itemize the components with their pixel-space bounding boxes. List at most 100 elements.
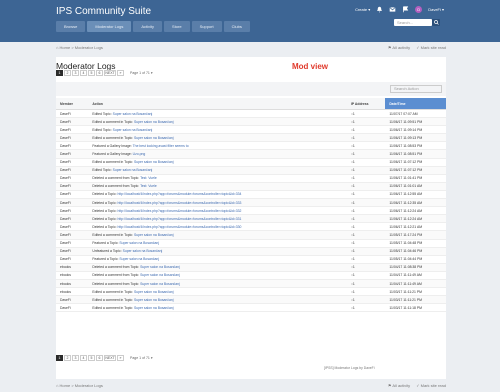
member-cell[interactable]: DaveFi bbox=[56, 214, 89, 224]
column-action[interactable]: Action bbox=[88, 98, 347, 110]
page-6-button[interactable]: 6 bbox=[96, 70, 103, 76]
all-activity-link[interactable]: ⚑ All activity bbox=[388, 383, 410, 388]
page-5-button[interactable]: 5 bbox=[88, 70, 95, 76]
action-link[interactable]: Super salon na Bosančanj bbox=[119, 257, 159, 261]
page-4-button[interactable]: 4 bbox=[80, 70, 87, 76]
breadcrumb-home[interactable]: ⌂ Home bbox=[56, 383, 70, 388]
last-page-button[interactable]: » bbox=[117, 355, 124, 361]
site-brand[interactable]: IPS Community Suite bbox=[56, 6, 151, 17]
member-cell[interactable]: DaveFi bbox=[56, 198, 89, 208]
action-link[interactable]: Uzo.png bbox=[133, 152, 146, 156]
action-link[interactable]: Test: Vuele bbox=[140, 176, 157, 180]
mark-site-read-link[interactable]: ✓ Mark site read bbox=[416, 383, 446, 388]
page-1-button[interactable]: 1 bbox=[56, 70, 63, 76]
page-6-button[interactable]: 6 bbox=[96, 355, 103, 361]
member-cell[interactable]: DaveFi bbox=[56, 133, 89, 143]
action-link[interactable]: Super salon na Bosančanj bbox=[113, 128, 153, 132]
column-date-time[interactable]: Date/Time bbox=[385, 98, 446, 110]
action-link[interactable]: Super salon na Bosančanj bbox=[134, 233, 174, 237]
member-cell[interactable]: DaveFi bbox=[56, 125, 89, 135]
user-menu[interactable]: DaveFi ▾ bbox=[428, 7, 444, 12]
member-cell[interactable]: DaveFi bbox=[56, 303, 89, 313]
page-jump[interactable]: Page 1 of 71 ▾ bbox=[130, 71, 153, 75]
member-cell[interactable]: ebooks bbox=[56, 271, 89, 280]
breadcrumb-current[interactable]: Moderator Logs bbox=[75, 45, 103, 50]
breadcrumb-home[interactable]: ⌂ Home bbox=[56, 45, 70, 50]
page-4-button[interactable]: 4 bbox=[80, 355, 87, 361]
date-cell: 11/06/17 11:12:24 AM bbox=[385, 214, 446, 224]
action-link[interactable]: Super salon na Bosančanj bbox=[134, 290, 174, 294]
member-cell[interactable]: DaveFi bbox=[56, 222, 89, 232]
page-3-button[interactable]: 3 bbox=[72, 355, 79, 361]
action-link[interactable]: Super salon na Bosančanj bbox=[140, 282, 180, 286]
member-cell[interactable]: DaveFi bbox=[56, 166, 89, 175]
member-cell[interactable]: DaveFi bbox=[56, 255, 89, 264]
action-link[interactable]: http://localhost/4/index.php?app=forums&… bbox=[118, 209, 242, 213]
mark-site-read-link[interactable]: ✓ Mark site read bbox=[416, 45, 446, 50]
nav-tab-store[interactable]: Store bbox=[164, 21, 190, 32]
action-link[interactable]: http://localhost/4/index.php?app=forums&… bbox=[118, 201, 242, 205]
action-link[interactable]: http://localhost/4/index.php?app=forums&… bbox=[118, 192, 242, 196]
action-text: Edited a comment in Topic: bbox=[92, 232, 133, 237]
member-cell[interactable]: ebooks bbox=[56, 263, 89, 272]
action-text: Featured a Topic: bbox=[92, 257, 119, 262]
member-cell[interactable]: DaveFi bbox=[56, 247, 89, 256]
nav-tab-support[interactable]: Support bbox=[191, 21, 222, 32]
action-link[interactable]: http://localhost/4/index.php?app=forums&… bbox=[118, 225, 242, 229]
search-action-input[interactable]: Search Action bbox=[390, 85, 442, 93]
action-link[interactable]: Super salon na Bosančanj bbox=[123, 249, 163, 253]
member-cell[interactable]: DaveFi bbox=[56, 230, 89, 240]
member-cell[interactable]: DaveFi bbox=[56, 182, 89, 191]
member-cell[interactable]: DaveFi bbox=[56, 149, 89, 159]
breadcrumb-current[interactable]: Moderator Logs bbox=[75, 383, 103, 388]
avatar[interactable]: D bbox=[415, 6, 423, 13]
page-1-button[interactable]: 1 bbox=[56, 355, 63, 361]
table-row: DaveFi Edited a comment in Topic: Super s… bbox=[56, 230, 446, 240]
nav-tab-activity[interactable]: Activity bbox=[133, 21, 163, 32]
action-link[interactable]: http://localhost/4/index.php?app=forums&… bbox=[118, 217, 242, 221]
next-page-button[interactable]: NEXT bbox=[104, 355, 116, 361]
page-5-button[interactable]: 5 bbox=[88, 355, 95, 361]
last-page-button[interactable]: » bbox=[117, 70, 124, 76]
nav-tab-moderator-logs[interactable]: Moderator Logs bbox=[87, 21, 132, 32]
column-member[interactable]: Member bbox=[56, 98, 89, 110]
member-cell[interactable]: DaveFi bbox=[56, 141, 89, 151]
member-cell[interactable]: ebooks bbox=[56, 279, 89, 289]
action-link[interactable]: The best looking avast filter seems to bbox=[133, 144, 189, 148]
page-2-button[interactable]: 2 bbox=[64, 355, 71, 361]
action-link[interactable]: Super salon na Bosančanj bbox=[113, 112, 153, 116]
all-activity-link[interactable]: ⚑ All activity bbox=[388, 45, 410, 50]
action-link[interactable]: Super salon na Bosančanj bbox=[134, 160, 174, 164]
action-link[interactable]: Super salon na Bosančanj bbox=[140, 265, 180, 269]
member-cell[interactable]: DaveFi bbox=[56, 109, 89, 119]
member-cell[interactable]: DaveFi bbox=[56, 239, 89, 248]
action-link[interactable]: Super salon na Bosančanj bbox=[134, 136, 174, 140]
action-link[interactable]: Super salon na Bosančanj bbox=[134, 120, 174, 124]
nav-tab-clubs[interactable]: Clubs bbox=[223, 21, 250, 32]
search-button[interactable] bbox=[432, 19, 440, 26]
member-cell[interactable]: DaveFi bbox=[56, 174, 89, 183]
action-link[interactable]: Super salon na Bosančanj bbox=[134, 306, 174, 310]
member-cell[interactable]: DaveFi bbox=[56, 117, 89, 127]
member-cell[interactable]: DaveFi bbox=[56, 206, 89, 216]
search-input[interactable]: Search... bbox=[394, 19, 432, 26]
reports-icon[interactable] bbox=[402, 6, 409, 13]
create-button[interactable]: Create ▾ bbox=[355, 7, 370, 12]
action-link[interactable]: Super salon na Bosančanj bbox=[134, 298, 174, 302]
member-cell[interactable]: ebooks bbox=[56, 287, 89, 297]
page-jump[interactable]: Page 1 of 71 ▾ bbox=[130, 356, 153, 360]
page-2-button[interactable]: 2 bbox=[64, 70, 71, 76]
notifications-icon[interactable] bbox=[376, 6, 383, 13]
member-cell[interactable]: DaveFi bbox=[56, 190, 89, 200]
action-link[interactable]: Super salon na Bosančanj bbox=[119, 241, 159, 245]
member-cell[interactable]: DaveFi bbox=[56, 158, 89, 167]
action-link[interactable]: Super salon na Bosančanj bbox=[113, 168, 153, 172]
column-ip-address[interactable]: IP Address bbox=[346, 98, 386, 110]
next-page-button[interactable]: NEXT bbox=[104, 70, 116, 76]
action-link[interactable]: Super salon na Bosančanj bbox=[140, 273, 180, 277]
action-link[interactable]: Test: Vuele bbox=[140, 184, 157, 188]
messages-icon[interactable] bbox=[389, 6, 396, 13]
page-3-button[interactable]: 3 bbox=[72, 70, 79, 76]
nav-tab-browse[interactable]: Browse bbox=[56, 21, 86, 32]
member-cell[interactable]: DaveFi bbox=[56, 295, 89, 305]
